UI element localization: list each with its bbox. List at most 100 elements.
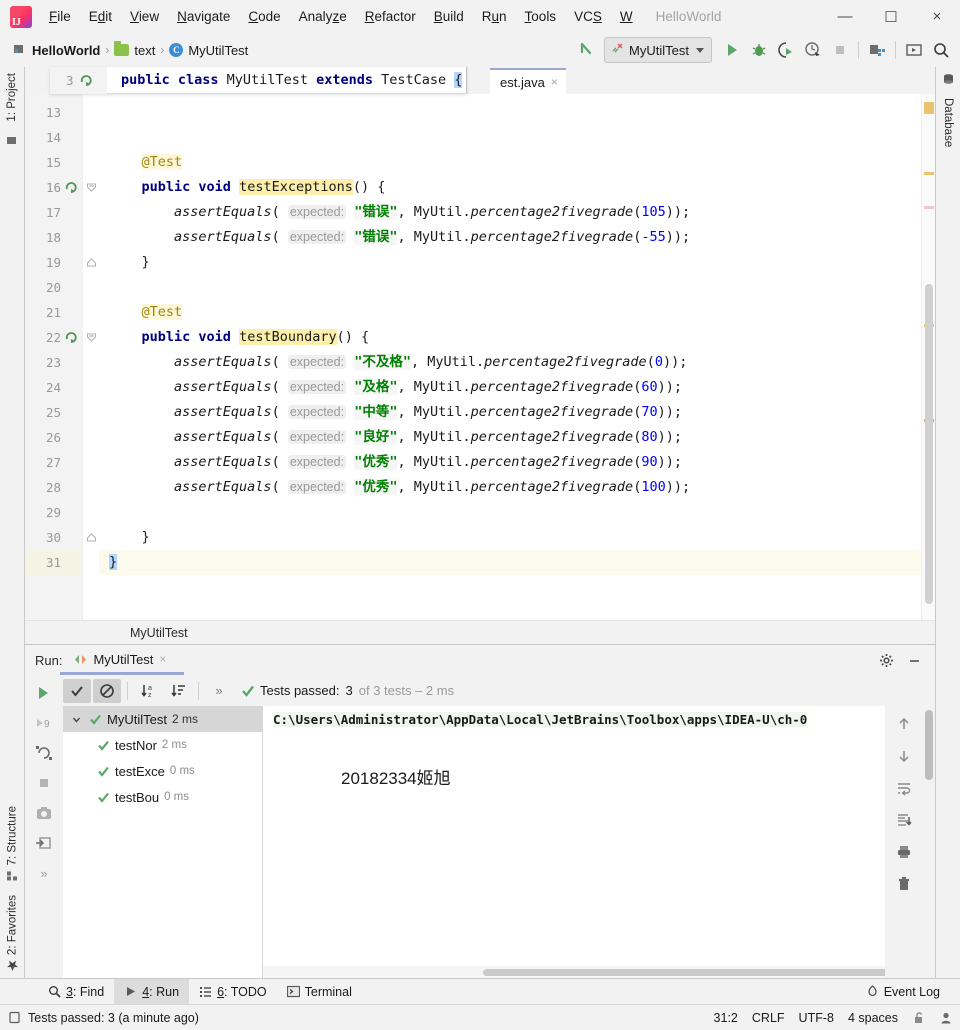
run-scroll-thumb[interactable] [925, 710, 933, 780]
code-line[interactable]: assertEquals( expected: "及格", MyUtil.per… [109, 375, 682, 400]
bottom-tab-find[interactable]: 3: Find [38, 979, 114, 1005]
code-line[interactable]: } [109, 550, 118, 575]
menu-window[interactable]: W [611, 5, 642, 28]
unlocked-icon[interactable] [912, 1011, 925, 1024]
menu-run[interactable]: Run [473, 5, 516, 28]
code-line[interactable]: assertEquals( expected: "优秀", MyUtil.per… [109, 475, 690, 500]
code-line[interactable]: assertEquals( expected: "错误", MyUtil.per… [109, 225, 690, 250]
code-line[interactable]: @Test [109, 300, 183, 325]
minimize-icon[interactable] [901, 647, 927, 673]
bottom-tab-run[interactable]: 4: Run [114, 978, 190, 1005]
editor-body[interactable]: 13 14 15 16 17 18 19 20 21 22 23 24 25 26 27 28 29 30 31 @… [25, 94, 935, 620]
caret-position[interactable]: 31:2 [714, 1011, 738, 1025]
status-message[interactable]: Tests passed: 3 (a minute ago) [28, 1011, 199, 1025]
search-everywhere-button[interactable] [928, 37, 954, 63]
run-test-icon[interactable] [65, 181, 78, 194]
code-line[interactable]: } [109, 525, 150, 550]
stripe-mark-warning-1[interactable] [924, 172, 934, 175]
code-content[interactable]: @Test public void testExceptions() { ass… [99, 94, 921, 620]
sidebar-item-structure[interactable]: 7: Structure [3, 800, 22, 888]
run-with-coverage-button[interactable] [773, 37, 799, 63]
fold-marker[interactable] [86, 182, 97, 193]
sidebar-item-database[interactable]: Database [939, 92, 957, 153]
menu-refactor[interactable]: Refactor [356, 5, 425, 28]
breadcrumb-project[interactable]: HelloWorld [10, 40, 103, 61]
gear-icon[interactable] [873, 647, 899, 673]
menu-view[interactable]: View [121, 5, 168, 28]
bottom-tab-terminal[interactable]: Terminal [277, 979, 362, 1005]
code-line[interactable]: assertEquals( expected: "不及格", MyUtil.pe… [109, 350, 687, 375]
indent-setting[interactable]: 4 spaces [848, 1011, 898, 1025]
profiler-button[interactable] [800, 37, 826, 63]
down-arrow-icon[interactable] [890, 742, 918, 770]
sort-by-duration-button[interactable] [164, 679, 192, 703]
print-icon[interactable] [890, 838, 918, 866]
run-configuration-selector[interactable]: MyUtilTest [604, 37, 712, 63]
close-icon[interactable]: × [159, 652, 166, 666]
menu-file[interactable]: File [40, 5, 80, 28]
editor-gutter[interactable]: 13 14 15 16 17 18 19 20 21 22 23 24 25 26 27 28 29 30 31 [25, 94, 82, 620]
bottom-tab-todo[interactable]: 6: TODO [189, 979, 277, 1005]
rerun-automatically-icon[interactable] [30, 739, 58, 767]
console-horizontal-scrollbar[interactable] [263, 966, 885, 978]
menu-build[interactable]: Build [425, 5, 473, 28]
test-tree-row[interactable]: testNor 2 ms [63, 732, 262, 758]
breadcrumb-folder[interactable]: text [111, 41, 158, 60]
menu-vcs[interactable]: VCS [565, 5, 611, 28]
line-separator[interactable]: CRLF [752, 1011, 785, 1025]
expand-toolbar-button[interactable]: » [205, 679, 233, 703]
run-test-icon[interactable] [65, 331, 78, 344]
scroll-to-end-icon[interactable] [890, 806, 918, 834]
code-line[interactable]: assertEquals( expected: "良好", MyUtil.per… [109, 425, 682, 450]
run-vertical-scrollbar[interactable] [923, 706, 935, 978]
close-button[interactable]: × [914, 0, 960, 33]
code-line[interactable]: public void testBoundary() { [109, 325, 369, 350]
minimize-button[interactable]: — [822, 0, 868, 33]
menu-analyze[interactable]: Analyze [290, 5, 356, 28]
back-arrow-icon[interactable] [573, 37, 599, 63]
trash-icon[interactable] [890, 870, 918, 898]
code-line[interactable]: @Test [109, 150, 183, 175]
update-button[interactable] [901, 37, 927, 63]
up-arrow-icon[interactable] [890, 710, 918, 738]
menu-navigate[interactable]: Navigate [168, 5, 239, 28]
maximize-button[interactable]: ☐ [868, 0, 914, 33]
test-tree-row[interactable]: testBou 0 ms [63, 784, 262, 810]
debug-button[interactable] [746, 37, 772, 63]
sidebar-item-project[interactable]: 1: Project [3, 67, 21, 128]
more-icon[interactable]: » [30, 859, 58, 887]
inspection-icon[interactable] [939, 1011, 952, 1024]
stripe-mark-info[interactable] [924, 206, 934, 209]
export-icon[interactable] [30, 829, 58, 857]
menu-code[interactable]: Code [239, 5, 289, 28]
rerun-failed-icon[interactable]: 9 [30, 709, 58, 737]
menu-tools[interactable]: Tools [516, 5, 566, 28]
rerun-icon[interactable] [30, 679, 58, 707]
run-test-icon[interactable] [80, 74, 93, 87]
fold-marker[interactable] [86, 532, 97, 543]
test-tree-row[interactable]: testExce 0 ms [63, 758, 262, 784]
breadcrumb-class[interactable]: C MyUtilTest [166, 41, 251, 60]
test-tree-row[interactable]: MyUtilTest 2 ms [63, 706, 262, 732]
sort-alphabetically-button[interactable]: az [134, 679, 162, 703]
soft-wrap-icon[interactable] [890, 774, 918, 802]
menu-edit[interactable]: Edit [80, 5, 121, 28]
code-line[interactable]: assertEquals( expected: "优秀", MyUtil.per… [109, 450, 682, 475]
run-tab-myutiltest[interactable]: MyUtilTest × [60, 649, 185, 675]
event-log-button[interactable]: Event Log [856, 979, 950, 1005]
editor-tab-myutiltest[interactable]: est.java × [490, 68, 566, 94]
chevron-down-icon[interactable] [71, 713, 84, 726]
sidebar-item-favorites[interactable]: 2: Favorites [3, 889, 22, 978]
fold-strip[interactable] [82, 94, 99, 620]
status-memory-icon[interactable] [8, 1011, 21, 1024]
code-line[interactable]: } [109, 250, 150, 275]
console-scroll-thumb[interactable] [483, 969, 885, 976]
fold-marker[interactable] [86, 332, 97, 343]
show-passed-toggle[interactable] [63, 678, 91, 703]
project-structure-button[interactable] [864, 37, 890, 63]
error-stripe[interactable] [921, 94, 935, 620]
file-encoding[interactable]: UTF-8 [799, 1011, 834, 1025]
stop-button[interactable] [827, 37, 853, 63]
test-tree[interactable]: MyUtilTest 2 ms testNor 2 ms testExce 0 ms tes… [63, 706, 263, 978]
console-output[interactable]: C:\Users\Administrator\AppData\Local\Jet… [263, 706, 885, 978]
